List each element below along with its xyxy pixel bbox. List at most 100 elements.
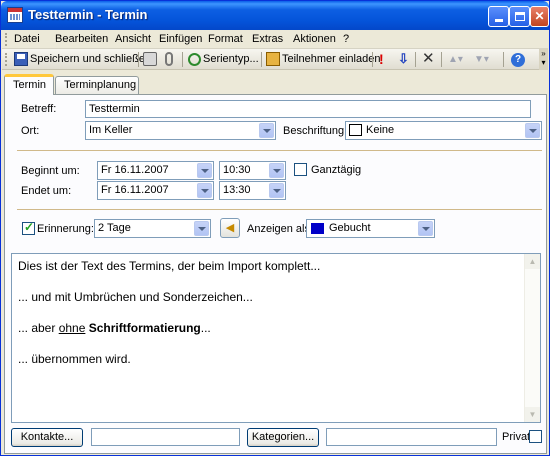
menu-bearbeiten[interactable]: Bearbeiten (55, 33, 108, 45)
menu-einfuegen[interactable]: Einfügen (159, 33, 202, 45)
chevron-down-icon[interactable] (418, 221, 433, 236)
notes-line: ... übernommen wird. (18, 352, 131, 366)
start-date-value: Fr 16.11.2007 (101, 164, 169, 176)
recurrence-button[interactable]: Serientyp... (188, 52, 259, 68)
showas-label: Anzeigen als: (247, 223, 314, 235)
location-value: Im Keller (89, 124, 133, 136)
chevron-down-icon[interactable] (269, 163, 284, 178)
notes-line: Dies ist der Text des Termins, der beim … (18, 259, 321, 273)
end-date-value: Fr 16.11.2007 (101, 184, 169, 196)
scroll-down-icon[interactable]: ▼ (525, 407, 540, 422)
paperclip-icon (165, 52, 173, 67)
reminder-combo[interactable]: 2 Tage (94, 219, 211, 238)
private-label: Privat (502, 431, 531, 443)
categories-input[interactable] (326, 428, 497, 446)
notes-line: ... und mit Umbrüchen und Sonderzeichen.… (18, 290, 253, 304)
showas-combo[interactable]: Gebucht (306, 219, 435, 238)
chevron-down-icon[interactable] (197, 163, 212, 178)
location-combo[interactable]: Im Keller (85, 121, 276, 140)
end-label: Endet um: (21, 185, 72, 197)
contacts-button[interactable]: Kontakte... (11, 428, 83, 447)
down-arrow-icon: ▼▾ (474, 54, 489, 65)
toolbar-separator (182, 52, 183, 67)
chevron-down-icon[interactable] (259, 123, 274, 138)
scroll-up-icon[interactable]: ▲ (525, 254, 540, 269)
toolbar-grip-icon[interactable] (5, 53, 8, 66)
attendees-icon (266, 52, 280, 67)
category-combo[interactable]: Keine (345, 121, 542, 140)
toolbar-separator (261, 52, 262, 67)
divider (17, 150, 542, 151)
toolbar-separator (138, 52, 139, 67)
delete-x-icon: ✕ (422, 50, 435, 67)
recurrence-label: Serientyp... (203, 53, 259, 65)
toolbar-overflow-icon[interactable]: » ▾ (539, 49, 548, 70)
toolbar-separator (372, 52, 373, 67)
chevron-down-icon[interactable] (194, 221, 209, 236)
save-close-label: Speichern und schließen (30, 53, 152, 65)
print-button[interactable] (143, 52, 157, 68)
allday-label: Ganztägig (311, 164, 362, 176)
close-button[interactable]: ✕ (530, 6, 549, 27)
reminder-label: Erinnerung: (37, 223, 94, 235)
notes-text: ... (200, 321, 211, 335)
start-date-combo[interactable]: Fr 16.11.2007 (97, 161, 214, 180)
menu-grip-icon[interactable] (5, 33, 8, 46)
minimize-button[interactable] (488, 6, 509, 27)
divider (17, 209, 542, 210)
notes-underlined-text: ohne (58, 321, 86, 335)
notes-line-formatted: ... aber ohne Schriftformatierung... (18, 321, 534, 335)
maximize-button[interactable] (509, 6, 530, 27)
save-icon (14, 52, 28, 67)
next-item-button[interactable]: ▼▾ (474, 52, 489, 68)
allday-checkbox[interactable] (294, 163, 307, 176)
menu-extras[interactable]: Extras (252, 33, 283, 45)
appointment-window: Testtermin - Termin ✕ Datei Bearbeiten A… (0, 0, 550, 456)
menu-datei[interactable]: Datei (14, 33, 40, 45)
subject-label: Betreff: (21, 103, 57, 115)
help-icon: ? (511, 53, 525, 67)
attach-button[interactable] (165, 52, 173, 68)
notes-text: ... aber (18, 321, 59, 335)
menu-format[interactable]: Format (208, 33, 243, 45)
window-title: Testtermin - Termin (28, 7, 148, 22)
menu-aktionen[interactable]: Aktionen (293, 33, 336, 45)
help-button[interactable]: ? (511, 52, 525, 68)
notes-editor[interactable]: Dies ist der Text des Termins, der beim … (11, 253, 541, 423)
delete-button[interactable]: ✕ (422, 50, 435, 68)
end-date-combo[interactable]: Fr 16.11.2007 (97, 181, 214, 200)
category-swatch (349, 124, 362, 137)
high-importance-button[interactable]: ! (379, 52, 384, 68)
invite-attendees-button[interactable]: Teilnehmer einladen (266, 52, 380, 68)
menu-ansicht[interactable]: Ansicht (115, 33, 151, 45)
location-label: Ort: (21, 125, 40, 137)
chevron-down-icon[interactable] (269, 183, 284, 198)
categories-button[interactable]: Kategorien... (247, 428, 319, 447)
chevron-down-icon[interactable] (525, 123, 540, 138)
toolbar-separator (441, 52, 442, 67)
category-value: Keine (366, 124, 395, 136)
reminder-sound-button[interactable]: ◀︎ (220, 218, 240, 238)
private-checkbox[interactable] (529, 430, 542, 443)
low-importance-button[interactable]: ⇩ (398, 52, 409, 68)
title-bar[interactable]: Testtermin - Termin ✕ (1, 1, 549, 30)
up-arrow-icon: ▲▾ (448, 54, 463, 65)
close-icon: ✕ (534, 9, 545, 23)
subject-input[interactable]: Testtermin (85, 100, 531, 118)
chevron-down-icon[interactable] (197, 183, 212, 198)
tab-terminplanung[interactable]: Terminplanung (55, 76, 139, 94)
notes-scrollbar[interactable]: ▲ ▼ (524, 254, 540, 422)
category-label: Beschriftung: (283, 125, 348, 137)
end-time-combo[interactable]: 13:30 (219, 181, 286, 200)
reminder-checkbox[interactable] (22, 220, 35, 235)
contacts-input[interactable] (91, 428, 240, 446)
previous-item-button[interactable]: ▲▾ (448, 52, 463, 68)
save-close-button[interactable]: Speichern und schließen (14, 52, 151, 68)
calendar-icon[interactable] (7, 7, 23, 23)
end-time-value: 13:30 (223, 184, 251, 196)
notes-bold-text: Schriftformatierung (88, 321, 201, 335)
start-time-combo[interactable]: 10:30 (219, 161, 286, 180)
menu-help[interactable]: ? (343, 33, 349, 45)
tab-termin[interactable]: Termin (4, 74, 54, 95)
showas-value: Gebucht (329, 222, 371, 234)
